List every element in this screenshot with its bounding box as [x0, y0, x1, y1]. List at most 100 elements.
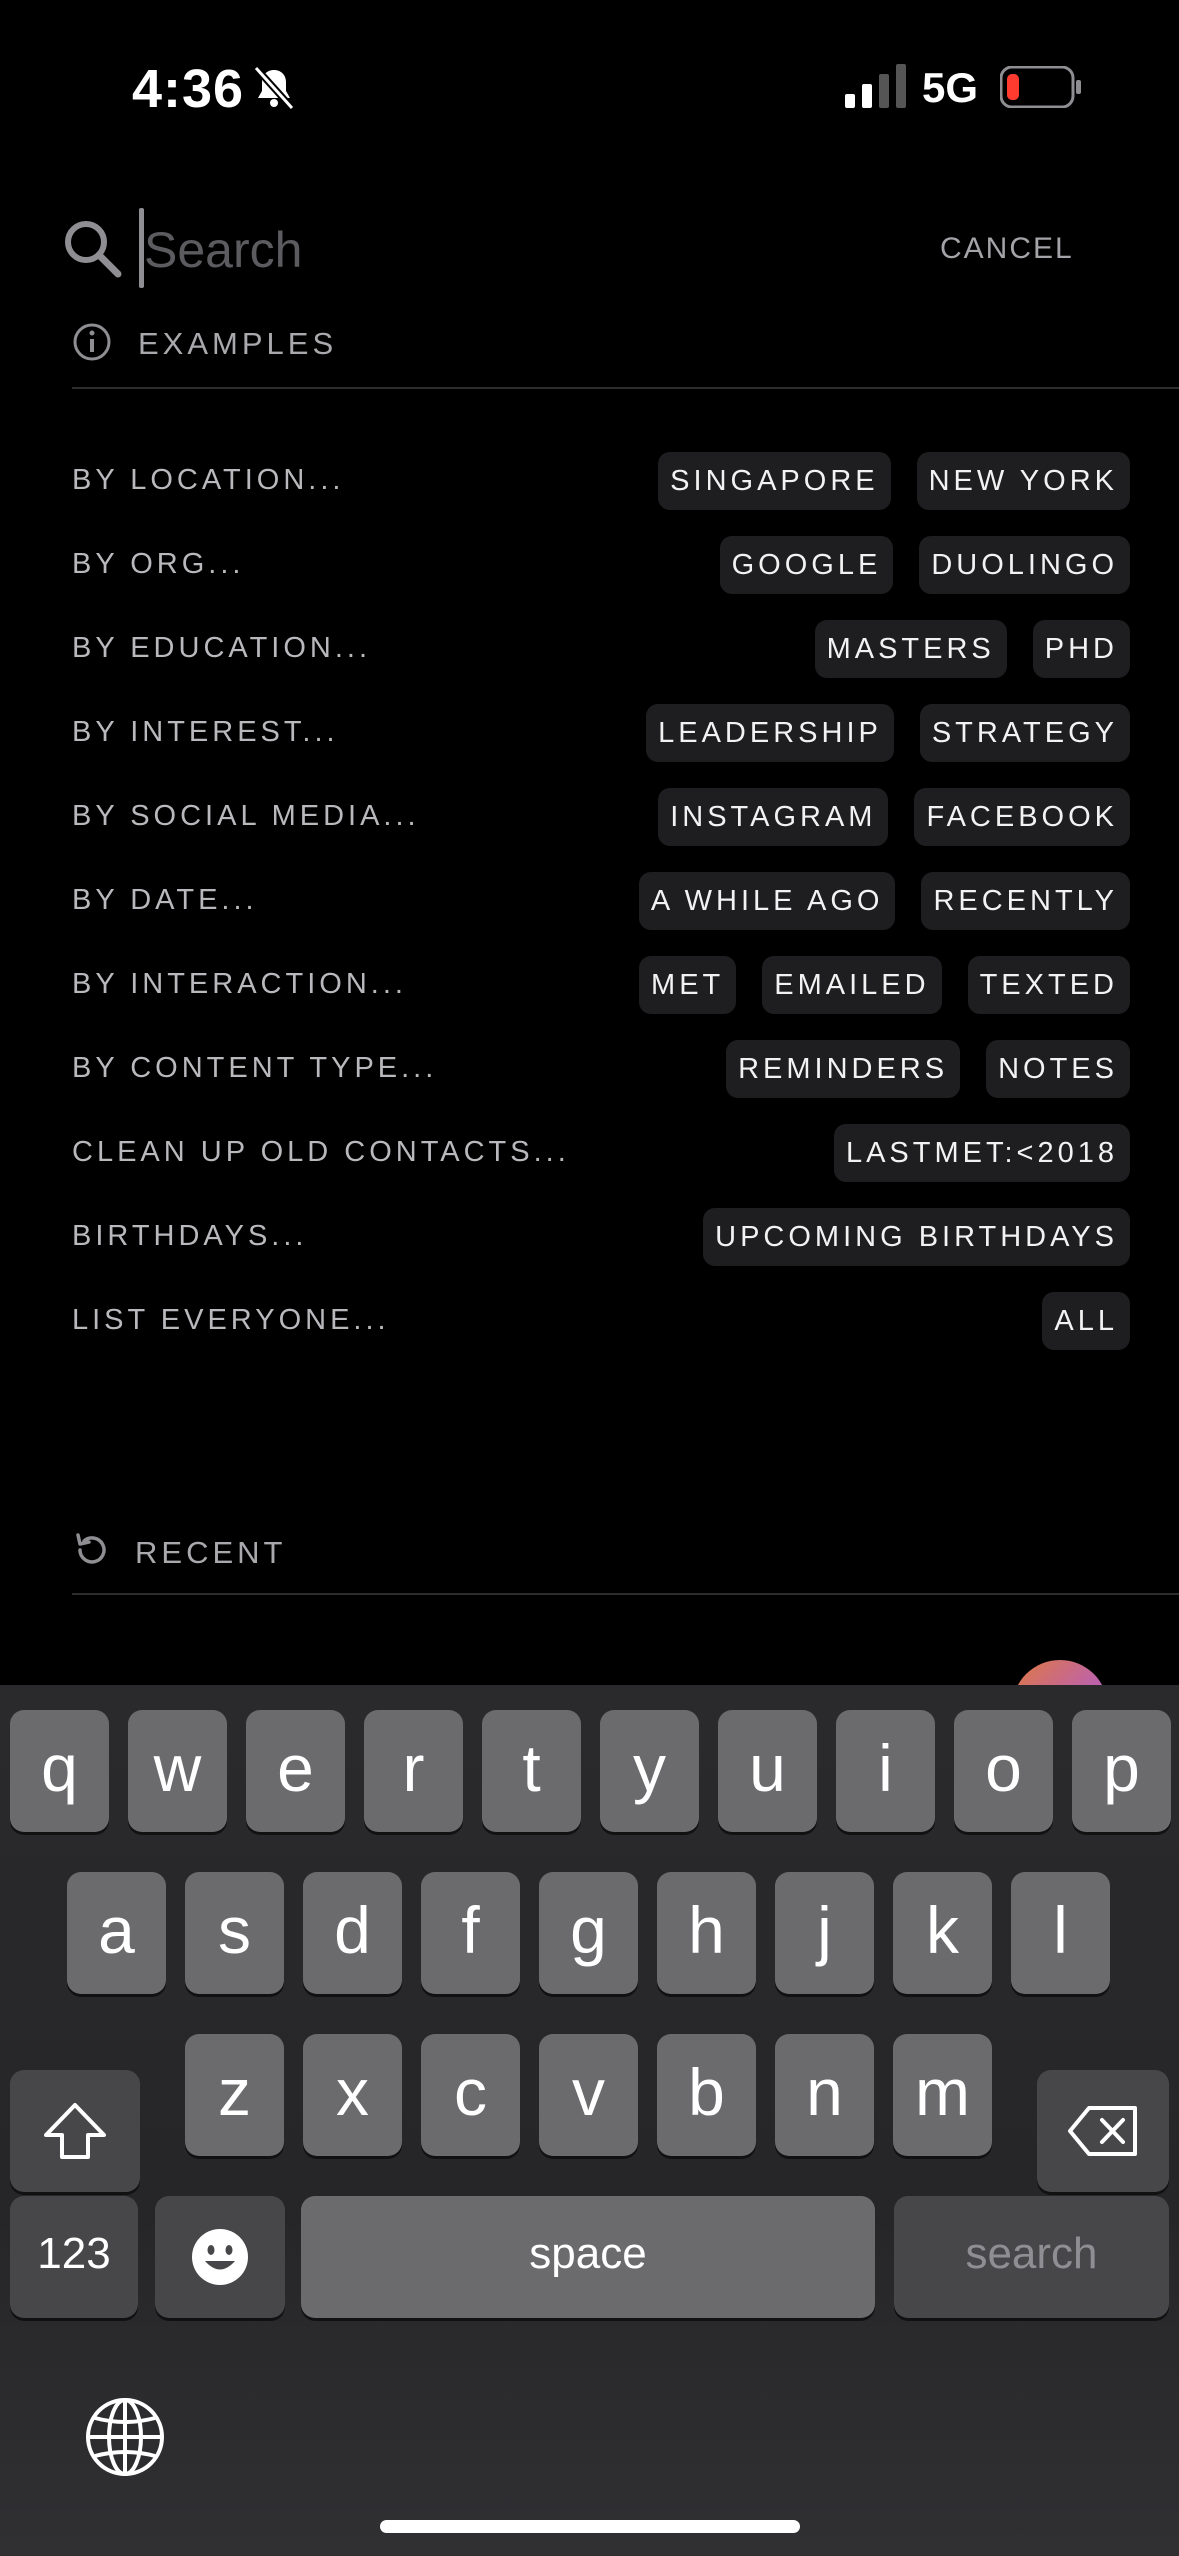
- recent-header: RECENT: [135, 1535, 287, 1570]
- info-icon: [73, 323, 111, 361]
- example-chip[interactable]: NEW YORK: [916, 452, 1130, 510]
- example-chip[interactable]: SINGAPORE: [658, 452, 891, 510]
- key-b[interactable]: b: [657, 2034, 756, 2156]
- key-j[interactable]: j: [775, 1872, 874, 1994]
- examples-divider: [72, 387, 1179, 389]
- example-chip[interactable]: UPCOMING BIRTHDAYS: [703, 1208, 1130, 1266]
- key-a[interactable]: a: [67, 1872, 166, 1994]
- backspace-icon: [1068, 2106, 1137, 2156]
- status-time: 4:36: [132, 59, 245, 119]
- example-chips: MASTERS PHD: [814, 620, 1130, 678]
- example-chip[interactable]: GOOGLE: [719, 536, 894, 594]
- example-chip[interactable]: MASTERS: [814, 620, 1007, 678]
- key-y[interactable]: y: [600, 1710, 699, 1832]
- example-chips: LEADERSHIP STRATEGY: [646, 704, 1130, 762]
- search-input[interactable]: [144, 212, 844, 287]
- key-l[interactable]: l: [1011, 1872, 1110, 1994]
- key-s[interactable]: s: [185, 1872, 284, 1994]
- example-row: BY CONTENT TYPE... REMINDERS NOTES: [72, 1040, 1130, 1098]
- example-chips: MET EMAILED TEXTED: [639, 956, 1130, 1014]
- key-z[interactable]: z: [185, 2034, 284, 2156]
- example-chips: REMINDERS NOTES: [726, 1040, 1130, 1098]
- key-u[interactable]: u: [718, 1710, 817, 1832]
- key-x[interactable]: x: [303, 2034, 402, 2156]
- example-chip[interactable]: STRATEGY: [919, 704, 1130, 762]
- key-q[interactable]: q: [10, 1710, 109, 1832]
- key-f[interactable]: f: [421, 1872, 520, 1994]
- example-label: BY CONTENT TYPE...: [72, 1052, 438, 1084]
- example-label: BY INTERACTION...: [72, 968, 407, 1000]
- keyboard: qwertyuiop asdfghjkl zxcvbnm 123 space s…: [0, 1685, 1179, 2556]
- example-chip[interactable]: TEXTED: [967, 956, 1130, 1014]
- example-chip[interactable]: NOTES: [986, 1040, 1130, 1098]
- example-chip[interactable]: LASTMET:<2018: [833, 1124, 1130, 1182]
- example-chips: A WHILE AGO RECENTLY: [638, 872, 1130, 930]
- example-row: BIRTHDAYS... UPCOMING BIRTHDAYS: [72, 1208, 1130, 1266]
- example-chip[interactable]: LEADERSHIP: [646, 704, 894, 762]
- example-row: LIST EVERYONE... ALL: [72, 1292, 1130, 1350]
- network-label: 5G: [922, 64, 979, 111]
- example-label: BIRTHDAYS...: [72, 1220, 308, 1252]
- history-icon: [76, 1533, 106, 1564]
- example-chips: UPCOMING BIRTHDAYS: [703, 1208, 1130, 1266]
- key-h[interactable]: h: [657, 1872, 756, 1994]
- key-v[interactable]: v: [539, 2034, 638, 2156]
- example-chip[interactable]: MET: [639, 956, 737, 1014]
- example-label: CLEAN UP OLD CONTACTS...: [72, 1136, 570, 1168]
- key-p[interactable]: p: [1072, 1710, 1171, 1832]
- key-e[interactable]: e: [246, 1710, 345, 1832]
- example-label: BY EDUCATION...: [72, 632, 372, 664]
- example-chip[interactable]: EMAILED: [762, 956, 942, 1014]
- example-label: BY ORG...: [72, 548, 245, 580]
- home-indicator: [380, 2520, 800, 2533]
- example-chip[interactable]: FACEBOOK: [914, 788, 1130, 846]
- key-n[interactable]: n: [775, 2034, 874, 2156]
- example-chip[interactable]: REMINDERS: [726, 1040, 961, 1098]
- examples-header: EXAMPLES: [138, 326, 338, 361]
- key-i[interactable]: i: [836, 1710, 935, 1832]
- example-chips: GOOGLE DUOLINGO: [719, 536, 1130, 594]
- example-chips: SINGAPORE NEW YORK: [658, 452, 1130, 510]
- example-chips: ALL: [1042, 1292, 1130, 1350]
- example-row: BY LOCATION... SINGAPORE NEW YORK: [72, 452, 1130, 510]
- example-chips: INSTAGRAM FACEBOOK: [658, 788, 1130, 846]
- example-label: BY SOCIAL MEDIA...: [72, 800, 420, 832]
- battery-low-icon: [1000, 66, 1081, 108]
- example-chip[interactable]: RECENTLY: [921, 872, 1130, 930]
- example-chip[interactable]: ALL: [1042, 1292, 1130, 1350]
- search-key[interactable]: search: [894, 2196, 1169, 2318]
- numbers-key[interactable]: 123: [10, 2196, 138, 2318]
- example-chip[interactable]: INSTAGRAM: [658, 788, 889, 846]
- emoji-key[interactable]: [155, 2196, 285, 2318]
- example-row: BY INTEREST... LEADERSHIP STRATEGY: [72, 704, 1130, 762]
- example-row: BY ORG... GOOGLE DUOLINGO: [72, 536, 1130, 594]
- delete-key[interactable]: [1037, 2070, 1169, 2192]
- cancel-button[interactable]: CANCEL: [940, 232, 1074, 266]
- recent-divider: [72, 1593, 1179, 1595]
- key-o[interactable]: o: [954, 1710, 1053, 1832]
- search-icon: [65, 221, 122, 278]
- example-row: BY DATE... A WHILE AGO RECENTLY: [72, 872, 1130, 930]
- example-chip[interactable]: DUOLINGO: [919, 536, 1130, 594]
- key-d[interactable]: d: [303, 1872, 402, 1994]
- example-chip[interactable]: PHD: [1032, 620, 1130, 678]
- shift-key[interactable]: [10, 2070, 140, 2192]
- key-t[interactable]: t: [482, 1710, 581, 1832]
- example-row: BY INTERACTION... MET EMAILED TEXTED: [72, 956, 1130, 1014]
- example-row: BY EDUCATION... MASTERS PHD: [72, 620, 1130, 678]
- bell-slash-icon: [253, 65, 295, 111]
- space-key[interactable]: space: [301, 2196, 875, 2318]
- example-label: LIST EVERYONE...: [72, 1304, 390, 1336]
- example-row: CLEAN UP OLD CONTACTS... LASTMET:<2018: [72, 1124, 1130, 1182]
- emoji-icon: [192, 2229, 248, 2285]
- example-label: BY DATE...: [72, 884, 258, 916]
- key-w[interactable]: w: [128, 1710, 227, 1832]
- example-chips: LASTMET:<2018: [833, 1124, 1130, 1182]
- example-chip[interactable]: A WHILE AGO: [638, 872, 896, 930]
- key-c[interactable]: c: [421, 2034, 520, 2156]
- key-r[interactable]: r: [364, 1710, 463, 1832]
- key-k[interactable]: k: [893, 1872, 992, 1994]
- globe-icon[interactable]: [84, 2396, 166, 2478]
- key-m[interactable]: m: [893, 2034, 992, 2156]
- key-g[interactable]: g: [539, 1872, 638, 1994]
